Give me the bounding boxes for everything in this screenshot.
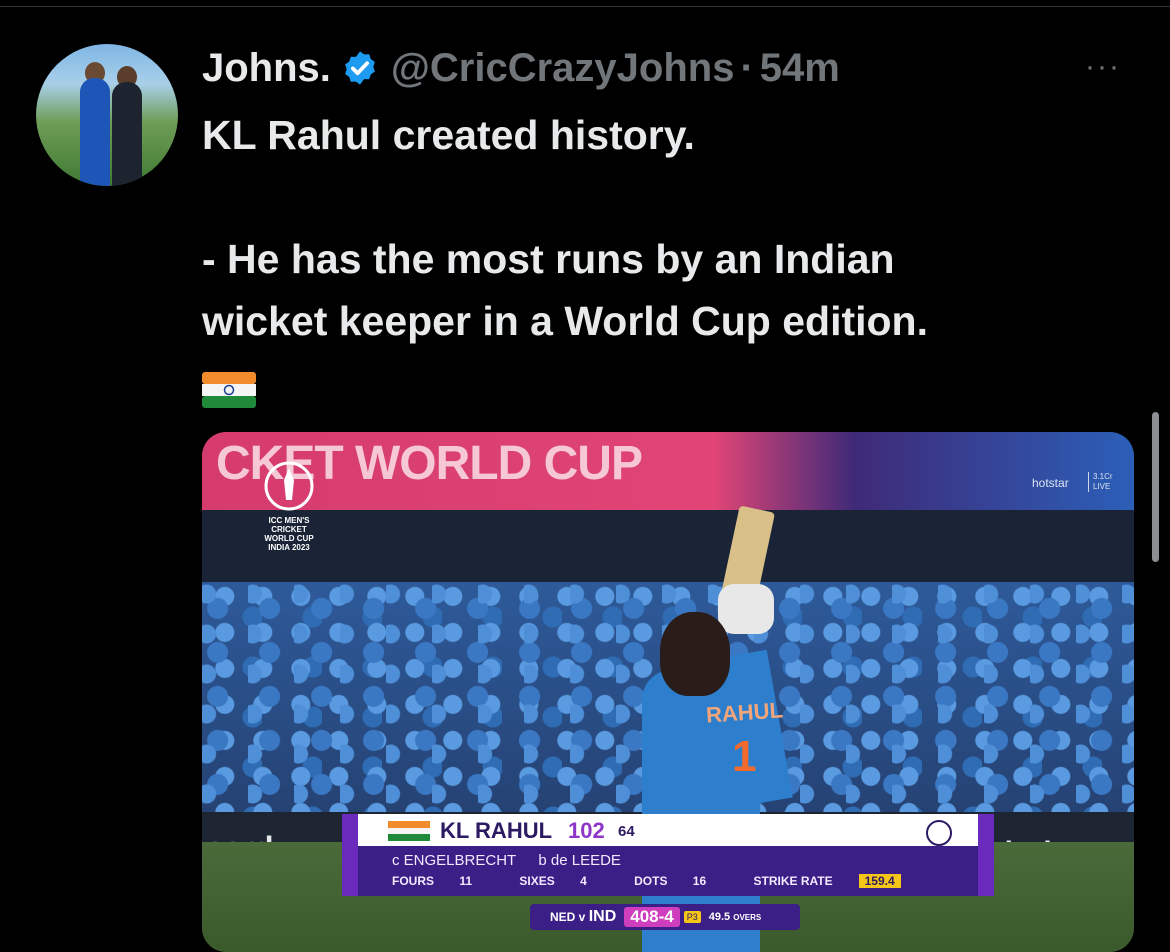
batter-balls: 64 — [618, 823, 635, 840]
avatar-person-body — [112, 82, 142, 186]
tweet-line: - He has the most runs by an Indian — [202, 236, 895, 282]
tweet-emoji-line — [202, 352, 1102, 414]
logo-line: CRICKET — [271, 525, 307, 534]
verified-badge-icon[interactable] — [341, 49, 379, 87]
top-divider — [0, 6, 1170, 7]
broadcaster-logo: hotstar 3.1Cr LIVE — [1032, 472, 1113, 492]
bowled-by: b de LEEDE — [538, 852, 621, 869]
separator-dot: · — [740, 45, 754, 90]
fours-value: 11 — [459, 874, 473, 888]
tweet-media-image[interactable]: CKET WORLD CUP card riceless ICC MEN'S C… — [202, 432, 1134, 952]
teams-label: NED v — [550, 910, 586, 924]
sixes-label: SIXES — [519, 874, 555, 888]
tweet-header: Johns. @CricCrazyJohns · 54m — [202, 40, 840, 96]
author-name[interactable]: Johns. — [202, 46, 331, 91]
batter-stats: FOURS 11 SIXES 4 DOTS 16 STRIKE RATE 159.… — [392, 874, 945, 888]
strike-rate-label: STRIKE RATE — [753, 874, 833, 888]
jersey-number: 1 — [732, 732, 757, 781]
logo-line: INDIA 2023 — [268, 543, 310, 552]
batting-team: IND — [588, 908, 617, 925]
live-views: 3.1Cr — [1093, 472, 1113, 481]
scorecard-edge — [342, 814, 358, 896]
glove — [718, 584, 774, 634]
dots-value: 16 — [692, 874, 707, 888]
more-options-icon[interactable]: ··· — [1085, 50, 1121, 84]
match-score-bar: NED v IND 408-4 P3 49.5 OVERS — [530, 904, 800, 930]
live-badge: 3.1Cr LIVE — [1088, 472, 1113, 492]
team-total: 408-4 — [624, 907, 680, 927]
stadium-banner: CKET WORLD CUP — [202, 432, 1134, 510]
tweet-line — [202, 166, 1102, 228]
fours-label: FOURS — [392, 874, 434, 888]
caught-by: c ENGELBRECHT — [392, 852, 517, 869]
teams: NED v IND — [550, 908, 616, 926]
logo-line: WORLD CUP — [264, 534, 314, 543]
overs: 49.5 OVERS — [709, 911, 762, 923]
india-flag-icon — [388, 821, 430, 841]
live-label: LIVE — [1093, 482, 1111, 491]
overs-value: 49.5 — [708, 911, 731, 923]
trophy-icon — [264, 461, 314, 511]
tweet-line: wicket keeper in a World Cup edition. — [202, 298, 928, 344]
powerplay-badge: P3 — [683, 911, 701, 923]
india-flag-icon — [202, 372, 256, 409]
batter-name: KL RAHUL — [440, 818, 553, 843]
dismissal: c ENGELBRECHT b de LEEDE — [392, 852, 639, 869]
tweet-text: KL Rahul created history. - He has the m… — [202, 104, 1102, 414]
broadcaster-name: hotstar — [1032, 476, 1069, 490]
jersey-name: RAHUL — [705, 697, 784, 728]
scrollbar[interactable] — [1152, 412, 1159, 562]
overs-label: OVERS — [733, 913, 762, 922]
avatar-person-body — [80, 78, 110, 186]
trophy-icon — [926, 820, 952, 846]
sixes-value: 4 — [580, 874, 587, 888]
player-head — [660, 612, 730, 696]
author-handle[interactable]: @CricCrazyJohns — [391, 46, 735, 91]
tweet-line: KL Rahul created history. — [202, 112, 695, 158]
scorecard-edge — [978, 814, 994, 896]
dots-label: DOTS — [634, 874, 668, 888]
tweet-timestamp[interactable]: 54m — [760, 46, 840, 91]
avatar[interactable] — [36, 44, 178, 186]
strike-rate-value: 159.4 — [858, 874, 901, 888]
logo-line: ICC MEN'S — [268, 516, 310, 525]
world-cup-logo: ICC MEN'S CRICKET WORLD CUP INDIA 2023 — [254, 460, 324, 552]
batter-scorecard: KL RAHUL 102 64 c ENGELBRECHT b de LEEDE… — [342, 814, 994, 896]
batter-runs: 102 — [568, 818, 605, 843]
